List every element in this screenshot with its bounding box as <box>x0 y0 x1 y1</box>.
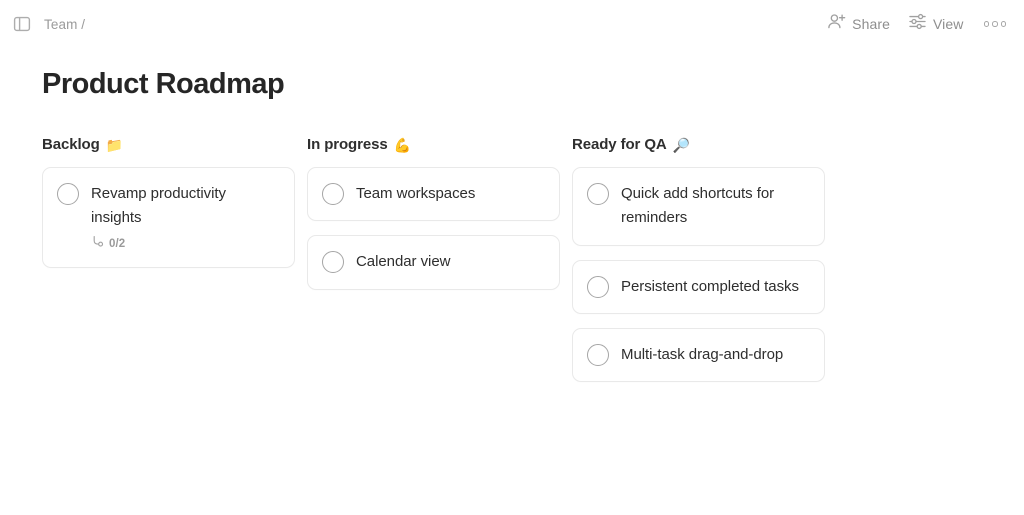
task-card[interactable]: Multi-task drag-and-drop <box>572 327 825 383</box>
board-column-backlog: Backlog 📁 Revamp productivity insights 0/2 <box>42 136 295 268</box>
sidebar-panel-icon[interactable] <box>12 14 32 34</box>
task-title: Team workspaces <box>356 185 476 202</box>
task-checkbox[interactable] <box>322 183 344 205</box>
person-plus-icon <box>827 12 846 36</box>
board-column-in-progress: In progress 💪 Team workspaces Calendar view <box>307 136 560 290</box>
view-button[interactable]: View <box>908 12 964 36</box>
breadcrumb[interactable]: Team / <box>44 17 85 32</box>
view-label: View <box>933 16 964 32</box>
ellipsis-icon-dot <box>992 21 998 27</box>
task-checkbox[interactable] <box>322 251 344 274</box>
task-card-body: Calendar view <box>356 250 545 274</box>
task-title: Revamp productivity insights <box>91 185 226 227</box>
card-list: Revamp productivity insights 0/2 <box>42 167 295 268</box>
task-title: Multi-task drag-and-drop <box>621 345 784 363</box>
top-bar-left: Team / <box>12 14 85 34</box>
folder-emoji: 📁 <box>105 136 123 153</box>
task-title: Quick add shortcuts for reminders <box>621 185 775 227</box>
ellipsis-icon-dot <box>983 21 989 27</box>
task-checkbox[interactable] <box>587 343 609 366</box>
task-title: Persistent completed tasks <box>621 277 799 295</box>
column-header-in-progress: In progress 💪 <box>307 136 560 153</box>
column-title-label: Ready for QA <box>572 136 667 153</box>
task-card[interactable]: Team workspaces <box>307 167 560 222</box>
top-bar-right: Share View <box>827 12 1008 36</box>
sliders-icon <box>908 12 927 36</box>
magnifying-glass-emoji: 🔎 <box>672 136 690 153</box>
task-checkbox[interactable] <box>57 183 79 205</box>
task-card[interactable]: Calendar view <box>307 235 560 290</box>
column-title-label: Backlog <box>42 136 100 153</box>
task-checkbox[interactable] <box>587 183 609 205</box>
subtask-count: 0/2 <box>109 237 126 250</box>
flexed-biceps-emoji: 💪 <box>393 136 411 153</box>
task-card-body: Persistent completed tasks <box>621 275 810 299</box>
board-column-ready-for-qa: Ready for QA 🔎 Quick add shortcuts for rem… <box>572 136 825 383</box>
task-card-body: Quick add shortcuts for reminders <box>621 182 810 231</box>
task-card-body: Multi-task drag-and-drop <box>621 343 810 367</box>
subtask-meta: 0/2 <box>91 235 280 253</box>
column-header-backlog: Backlog 📁 <box>42 136 295 153</box>
more-options-button[interactable] <box>982 17 1009 31</box>
task-card-body: Revamp productivity insights 0/2 <box>91 182 280 253</box>
task-card-body: Team workspaces <box>356 182 545 206</box>
task-checkbox[interactable] <box>587 275 609 298</box>
share-label: Share <box>852 16 890 32</box>
task-card[interactable]: Persistent completed tasks <box>572 259 825 314</box>
task-title: Calendar view <box>356 253 451 271</box>
card-list: Team workspaces Calendar view <box>307 167 560 290</box>
task-card[interactable]: Revamp productivity insights 0/2 <box>42 167 295 268</box>
column-title-label: In progress <box>307 136 388 153</box>
task-card[interactable]: Quick add shortcuts for reminders <box>572 167 825 246</box>
subtask-branch-icon <box>91 235 104 253</box>
column-header-ready-for-qa: Ready for QA 🔎 <box>572 136 825 153</box>
page-title: Product Roadmap <box>42 68 285 100</box>
card-list: Quick add shortcuts for reminders Persist… <box>572 167 825 383</box>
share-button[interactable]: Share <box>827 12 890 36</box>
ellipsis-icon-dot <box>1000 21 1006 27</box>
kanban-board: Backlog 📁 Revamp productivity insights 0/2 I… <box>0 136 1024 383</box>
top-bar: Team / Share View <box>0 0 1024 48</box>
